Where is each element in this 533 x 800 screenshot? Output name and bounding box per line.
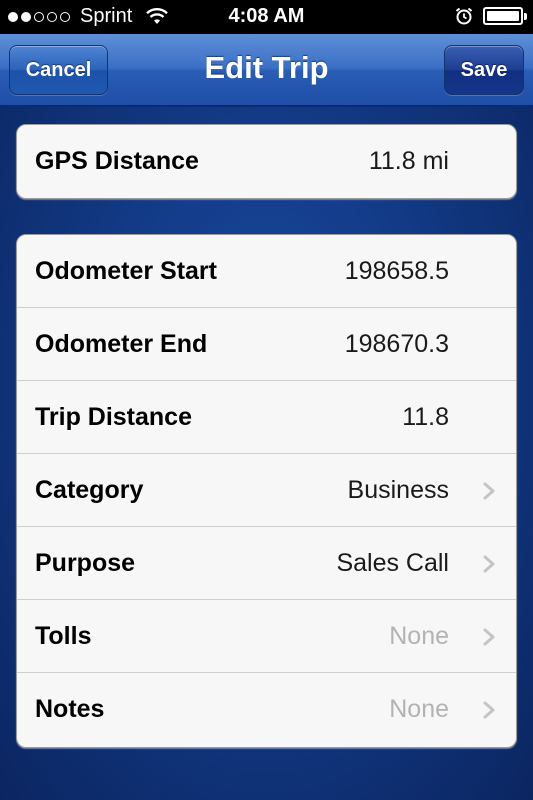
gps-group: GPS Distance 11.8 mi [16,124,517,199]
gps-distance-label: GPS Distance [35,147,199,175]
notes-value: None [389,695,449,723]
trip-distance-row[interactable]: Trip Distance 11.8 [17,381,516,454]
odometer-end-value: 198670.3 [344,329,449,358]
chevron-right-icon [483,482,495,500]
tolls-row[interactable]: Tolls None [17,600,516,673]
tolls-value: None [389,621,449,650]
trip-details-group: Odometer Start 198658.5 Odometer End 198… [16,234,517,748]
purpose-value: Sales Call [336,548,449,577]
gps-distance-value: 11.8 mi [368,147,449,175]
battery-nub [524,13,527,20]
gps-distance-row: GPS Distance 11.8 mi [17,125,516,198]
odometer-end-row[interactable]: Odometer End 198670.3 [17,308,516,381]
trip-distance-label: Trip Distance [35,402,192,431]
category-label: Category [35,475,144,504]
trip-distance-value: 11.8 [402,402,449,431]
category-row[interactable]: Category Business [17,454,516,527]
save-button[interactable]: Save [444,45,524,95]
chevron-right-icon [483,555,495,573]
odometer-start-row[interactable]: Odometer Start 198658.5 [17,235,516,308]
navigation-bar: Cancel Edit Trip Save [0,34,533,106]
chevron-right-icon [483,628,495,646]
odometer-start-value: 198658.5 [344,256,449,285]
status-right [455,7,527,25]
battery-icon [483,7,527,25]
purpose-row[interactable]: Purpose Sales Call [17,527,516,600]
notes-row[interactable]: Notes None [17,673,516,746]
status-time: 4:08 AM [228,5,305,27]
status-bar: Sprint 4:08 AM [0,0,533,34]
alarm-clock-icon [455,7,473,25]
category-value: Business [347,475,449,504]
odometer-start-label: Odometer Start [35,256,217,285]
chevron-right-icon [483,701,495,719]
battery-fill [487,11,519,21]
tolls-label: Tolls [35,621,92,650]
odometer-end-label: Odometer End [35,329,208,358]
notes-label: Notes [35,695,105,723]
purpose-label: Purpose [35,548,136,577]
